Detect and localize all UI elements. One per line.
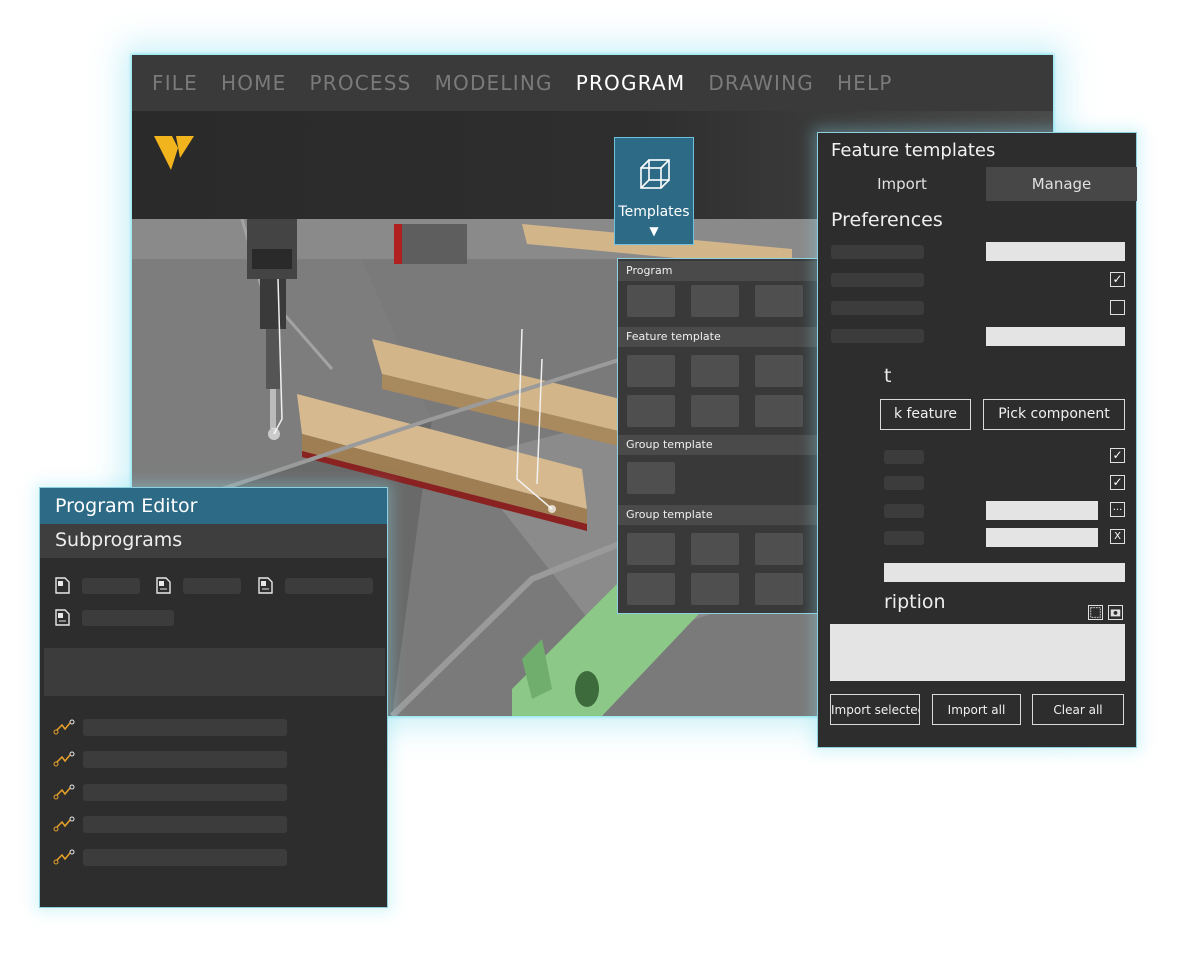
tab-import[interactable]: Import [818,167,986,201]
description-heading: ription [884,591,946,613]
menu-help[interactable]: HELP [837,71,893,95]
weld-path-icon [53,719,75,735]
path-list-item[interactable] [83,784,287,801]
menu-process[interactable]: PROCESS [309,71,411,95]
feature-template-tile[interactable] [755,395,803,427]
program-toolbar-area [44,648,385,696]
subprogram-item[interactable] [285,578,373,594]
feature-template-tile[interactable] [627,395,675,427]
preference-label [831,245,924,259]
menu-bar: FILE HOME PROCESS MODELING PROGRAM DRAWI… [132,55,1053,111]
weld-path-icon [53,849,75,865]
import-option-checkbox[interactable]: ✓ [1110,448,1125,463]
path-list-item[interactable] [83,816,287,833]
path-list-item[interactable] [83,849,287,866]
subprogram-s-icon [55,609,70,626]
program-template-tile[interactable] [755,285,803,317]
preference-label [831,329,924,343]
subprogram-m-icon [55,577,70,594]
feature-template-tile[interactable] [691,395,739,427]
feature-template-tile[interactable] [691,355,739,387]
feature-template-tile[interactable] [755,355,803,387]
weld-path-icon [53,816,75,832]
pick-component-button[interactable]: Pick component [983,399,1125,430]
import-option-label [884,450,924,464]
templates-button[interactable]: Templates ▼ [614,137,694,245]
program-template-tile[interactable] [691,285,739,317]
import-option-label [884,504,924,518]
menu-file[interactable]: FILE [152,71,198,95]
filter-field[interactable] [884,563,1125,582]
v-logo-icon [154,136,194,170]
subprogram-item[interactable] [82,610,174,626]
subprograms-header: Subprograms [40,524,387,558]
path-list-item[interactable] [83,751,287,768]
menu-drawing[interactable]: DRAWING [708,71,814,95]
feature-templates-panel: Feature templates Import Manage Preferen… [817,132,1137,748]
import-heading: t [884,365,892,387]
menu-home[interactable]: HOME [221,71,286,95]
menu-program[interactable]: PROGRAM [576,71,686,95]
preference-label [831,301,924,315]
import-selected-button[interactable]: Import selectec [830,694,920,725]
camera-icon[interactable] [1108,605,1123,620]
subprogram-item[interactable] [82,578,140,594]
clear-field-button[interactable]: X [1110,529,1125,544]
tab-manage[interactable]: Manage [986,167,1137,201]
preference-label [831,273,924,287]
group-template-tile[interactable] [755,533,803,565]
feature-template-tile[interactable] [627,355,675,387]
program-editor-header: Program Editor [40,488,387,524]
subprogram-s-icon [258,577,273,594]
frame-icon[interactable] [1088,605,1103,620]
panel-title: Feature templates [831,140,996,161]
clear-all-button[interactable]: Clear all [1032,694,1124,725]
group-template-tile[interactable] [755,573,803,605]
group-template-tile[interactable] [691,533,739,565]
weld-path-icon [53,784,75,800]
preference-checkbox-checked[interactable]: ✓ [1110,272,1125,287]
menu-modeling[interactable]: MODELING [435,71,553,95]
preference-text-field[interactable] [986,242,1125,261]
subprograms-title: Subprograms [55,529,183,551]
import-all-button[interactable]: Import all [932,694,1021,725]
path-list-item[interactable] [83,719,287,736]
description-textarea[interactable] [830,624,1125,681]
program-editor-panel: Program Editor Subprograms [39,487,388,908]
group-template-tile[interactable] [627,462,675,494]
group-template-tile[interactable] [691,573,739,605]
templates-label: Templates [618,204,690,220]
program-editor-title: Program Editor [55,495,198,517]
import-option-label [884,531,924,545]
preferences-heading: Preferences [831,209,943,231]
dropdown-caret-icon: ▼ [649,224,659,238]
import-option-checkbox[interactable]: ✓ [1110,475,1125,490]
import-name-field[interactable] [986,528,1098,547]
wireframe-cube-icon [640,159,670,189]
import-option-label [884,476,924,490]
preference-text-field[interactable] [986,327,1125,346]
preference-checkbox-unchecked[interactable] [1110,300,1125,315]
subprogram-s-icon [156,577,171,594]
weld-path-icon [53,751,75,767]
group-template-tile[interactable] [627,573,675,605]
group-template-tile[interactable] [627,533,675,565]
subprogram-item[interactable] [183,578,241,594]
import-path-field[interactable] [986,501,1098,520]
pick-feature-button[interactable]: k feature [880,399,971,430]
program-template-tile[interactable] [627,285,675,317]
browse-ellipsis-button[interactable]: ... [1110,502,1125,517]
